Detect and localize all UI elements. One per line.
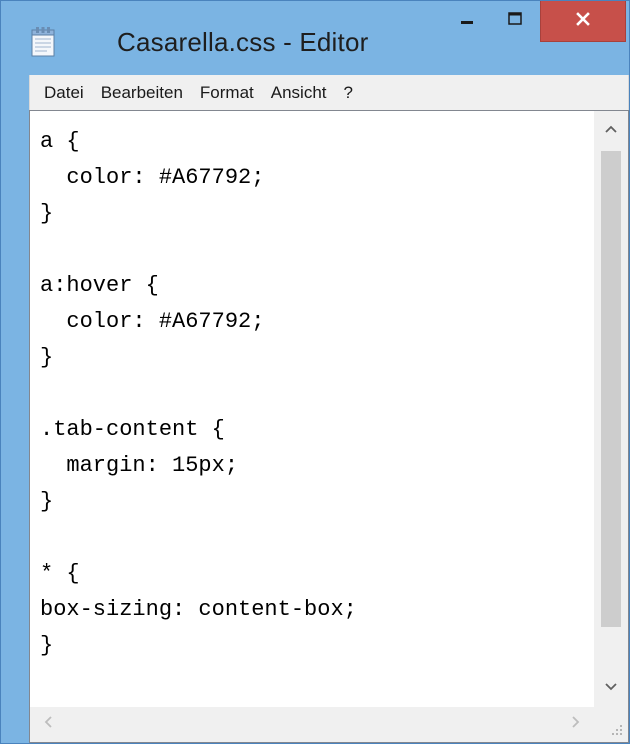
code-line: .tab-content { <box>40 417 225 442</box>
code-line: * { <box>40 561 80 586</box>
menu-item-help[interactable]: ? <box>344 83 353 103</box>
notepad-icon <box>31 27 55 57</box>
resize-grip[interactable] <box>594 707 628 742</box>
minimize-button[interactable] <box>445 1 489 42</box>
chevron-left-icon <box>43 715 53 734</box>
close-button[interactable] <box>540 1 626 42</box>
text-area[interactable]: a { color: #A67792; } a:hover { color: #… <box>30 111 594 707</box>
maximize-icon <box>507 11 523 32</box>
scroll-right-button[interactable] <box>558 707 594 742</box>
code-line: } <box>40 201 54 226</box>
close-icon <box>575 11 591 32</box>
chevron-up-icon <box>604 121 618 139</box>
code-line: a { <box>40 129 80 154</box>
menu-bar: Datei Bearbeiten Format Ansicht ? <box>29 75 629 110</box>
title-bar[interactable]: Casarella.css - Editor <box>1 1 629 75</box>
menu-item-format[interactable]: Format <box>200 83 254 103</box>
code-line: box-sizing: content-box; <box>40 597 357 622</box>
scroll-up-button[interactable] <box>594 111 628 149</box>
resize-grip-icon <box>594 725 628 746</box>
code-line: } <box>40 633 54 658</box>
menu-item-bearbeiten[interactable]: Bearbeiten <box>101 83 183 103</box>
editor-window: Casarella.css - Editor Datei Bearbeiten … <box>0 0 630 744</box>
scroll-left-button[interactable] <box>30 707 66 742</box>
vertical-scroll-thumb[interactable] <box>601 151 621 627</box>
window-title: Casarella.css - Editor <box>117 27 369 57</box>
maximize-button[interactable] <box>493 1 537 42</box>
chevron-down-icon <box>604 679 618 697</box>
code-line: color: #A67792; <box>40 309 265 334</box>
code-line: color: #A67792; <box>40 165 265 190</box>
editor-pane: a { color: #A67792; } a:hover { color: #… <box>29 110 629 743</box>
code-line: margin: 15px; <box>40 453 239 478</box>
minimize-icon <box>459 11 475 32</box>
code-line: } <box>40 345 54 370</box>
code-line: } <box>40 489 54 514</box>
menu-item-datei[interactable]: Datei <box>44 83 84 103</box>
code-line: a:hover { <box>40 273 159 298</box>
horizontal-scrollbar[interactable] <box>30 707 594 742</box>
scroll-down-button[interactable] <box>594 669 628 707</box>
menu-item-ansicht[interactable]: Ansicht <box>271 83 327 103</box>
chevron-right-icon <box>571 715 581 734</box>
vertical-scrollbar[interactable] <box>594 111 628 707</box>
